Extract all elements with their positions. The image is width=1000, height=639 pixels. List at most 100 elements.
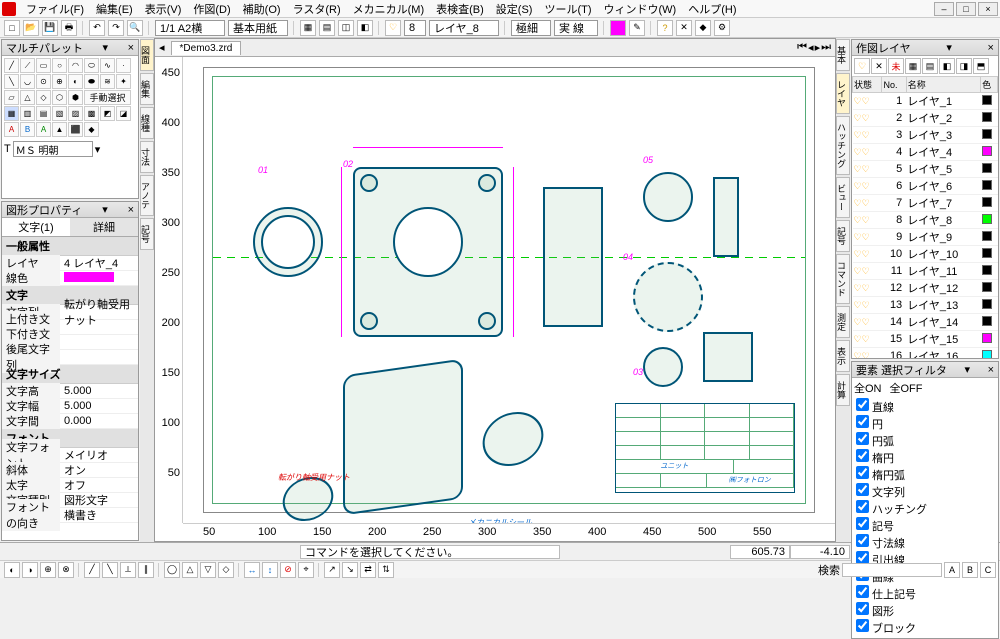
right-tab-3[interactable]: ビュー (836, 177, 850, 218)
right-tab-4[interactable]: 記号 (836, 220, 850, 252)
font-dropdown-icon[interactable]: ▾ (95, 143, 101, 156)
prop-row[interactable]: 斜体オン (2, 463, 138, 478)
t5-icon[interactable]: ◐ (68, 74, 83, 89)
prop-row[interactable]: 後尾文字列 (2, 350, 138, 365)
bt6-icon[interactable]: ╲ (102, 562, 118, 578)
layer-tb8-icon[interactable]: ⬒ (973, 58, 989, 74)
menu-draw[interactable]: 作図(D) (187, 0, 236, 18)
filter-item[interactable]: 円 (854, 415, 996, 432)
tool-c-icon[interactable]: ◫ (338, 20, 354, 36)
layer-tb1-icon[interactable]: ♡ (854, 58, 870, 74)
color-swatch-icon[interactable] (610, 20, 626, 36)
s3-icon[interactable]: ▤ (36, 106, 51, 121)
left-tab-0[interactable]: 図面 (140, 39, 154, 71)
layer-panel-close-icon[interactable]: × (988, 42, 994, 54)
t11-icon[interactable]: ◇ (36, 90, 51, 105)
prop-row[interactable]: フォントの向き横書き (2, 508, 138, 523)
filter-item[interactable]: 文字列 (854, 483, 996, 500)
bt4-icon[interactable]: ⊗ (58, 562, 74, 578)
multipalette-close-icon[interactable]: × (128, 42, 134, 54)
menu-window[interactable]: ウィンドウ(W) (598, 0, 683, 18)
bt7-icon[interactable]: ⟂ (120, 562, 136, 578)
layer-panel-pin-icon[interactable]: ▾ (946, 41, 952, 54)
lineweight-field[interactable]: 極細 (511, 20, 551, 36)
bt14-icon[interactable]: ↕ (262, 562, 278, 578)
layer-tb3-icon[interactable]: 未 (888, 58, 904, 74)
prop-row[interactable]: レイヤ4 レイヤ_4 (2, 256, 138, 271)
bt12-icon[interactable]: ◇ (218, 562, 234, 578)
zoom-icon[interactable]: 🔍 (127, 20, 143, 36)
redo-icon[interactable]: ↷ (108, 20, 124, 36)
menu-help[interactable]: ヘルプ(H) (682, 0, 742, 18)
layer-tb7-icon[interactable]: ◨ (956, 58, 972, 74)
bt13-icon[interactable]: ↔ (244, 562, 260, 578)
filter-panel-close-icon[interactable]: × (988, 364, 994, 376)
left-tab-2[interactable]: 線種 (140, 107, 154, 139)
right-tab-8[interactable]: 計算 (836, 374, 850, 406)
doc-nav-prev-icon[interactable]: ◂ (808, 41, 814, 54)
menu-raster[interactable]: ラスタ(R) (287, 0, 347, 18)
tool-d-icon[interactable]: ◧ (357, 20, 373, 36)
s8-icon[interactable]: ◪ (116, 106, 131, 121)
arc-tool-icon[interactable]: ◠ (68, 58, 83, 73)
bt11-icon[interactable]: ▽ (200, 562, 216, 578)
bt-set2-icon[interactable]: B (962, 562, 978, 578)
right-tab-7[interactable]: 表示 (836, 340, 850, 372)
scale-field[interactable]: 1/1 A2横 (155, 20, 225, 36)
help-icon[interactable]: ? (657, 20, 673, 36)
left-tab-5[interactable]: 記号 (140, 218, 154, 250)
layer-row[interactable]: ♡♡14レイヤ_14 (853, 314, 998, 331)
prop-row[interactable]: 太字オフ (2, 478, 138, 493)
menu-file[interactable]: ファイル(F) (20, 0, 90, 18)
a4-icon[interactable]: ▲ (52, 122, 67, 137)
layer-tb4-icon[interactable]: ▦ (905, 58, 921, 74)
filter-item[interactable]: 円弧 (854, 432, 996, 449)
filter-item[interactable]: ブロック (854, 619, 996, 636)
bt18-icon[interactable]: ↘ (342, 562, 358, 578)
layer-name-field[interactable]: レイヤ_8 (429, 20, 499, 36)
doc-nav-last-icon[interactable]: ⏭ (821, 41, 831, 54)
a1-icon[interactable]: A (4, 122, 19, 137)
tool-b-icon[interactable]: ▤ (319, 20, 335, 36)
close-button[interactable]: × (978, 2, 998, 16)
bt17-icon[interactable]: ↗ (324, 562, 340, 578)
s2-icon[interactable]: ▥ (20, 106, 35, 121)
s6-icon[interactable]: ▩ (84, 106, 99, 121)
tool-x-icon[interactable]: ✕ (676, 20, 692, 36)
menu-view[interactable]: 表示(V) (139, 0, 188, 18)
t6-icon[interactable]: ⬬ (84, 74, 99, 89)
properties-close-icon[interactable]: × (128, 204, 134, 216)
layer-row[interactable]: ♡♡12レイヤ_12 (853, 280, 998, 297)
layer-row[interactable]: ♡♡1レイヤ_1 (853, 93, 998, 110)
a3-icon[interactable]: A (36, 122, 51, 137)
layer-tb2-icon[interactable]: ✕ (871, 58, 887, 74)
prop-tab-detail[interactable]: 詳細 (70, 218, 138, 236)
a6-icon[interactable]: ◆ (84, 122, 99, 137)
layer-row[interactable]: ♡♡11レイヤ_11 (853, 263, 998, 280)
layer-table[interactable]: 状態 No. 名称 色 ♡♡1レイヤ_1♡♡2レイヤ_2♡♡3レイヤ_3♡♡4レ… (852, 76, 998, 358)
bt15-icon[interactable]: ⊘ (280, 562, 296, 578)
t3-icon[interactable]: ⊙ (36, 74, 51, 89)
bt-set3-icon[interactable]: C (980, 562, 996, 578)
t8-icon[interactable]: ✦ (116, 74, 131, 89)
s1-icon[interactable]: ▦ (4, 106, 19, 121)
bt9-icon[interactable]: ◯ (164, 562, 180, 578)
filter-item[interactable]: 楕円 (854, 449, 996, 466)
ellipse-tool-icon[interactable]: ⬭ (84, 58, 99, 73)
filter-item[interactable]: 仕上記号 (854, 585, 996, 602)
paper-field[interactable]: 基本用紙 (228, 20, 288, 36)
menu-inspect[interactable]: 表検査(B) (430, 0, 490, 18)
layer-row[interactable]: ♡♡6レイヤ_6 (853, 178, 998, 195)
prop-tab-text[interactable]: 文字(1) (2, 218, 70, 236)
menu-assist[interactable]: 補助(O) (237, 0, 287, 18)
drawing-canvas[interactable]: 01 02 03 04 05 転がり軸受用ナット メカニカルシール (183, 57, 835, 523)
right-tab-0[interactable]: 基本 (836, 39, 850, 71)
prop-row[interactable]: 文字高5.000 (2, 384, 138, 399)
right-tab-5[interactable]: コマンド (836, 254, 850, 304)
a2-icon[interactable]: B (20, 122, 35, 137)
layer-tb6-icon[interactable]: ◧ (939, 58, 955, 74)
minimize-button[interactable]: – (934, 2, 954, 16)
spline-tool-icon[interactable]: ∿ (100, 58, 115, 73)
layer-no-field[interactable]: 8 (404, 20, 426, 36)
s4-icon[interactable]: ▧ (52, 106, 67, 121)
